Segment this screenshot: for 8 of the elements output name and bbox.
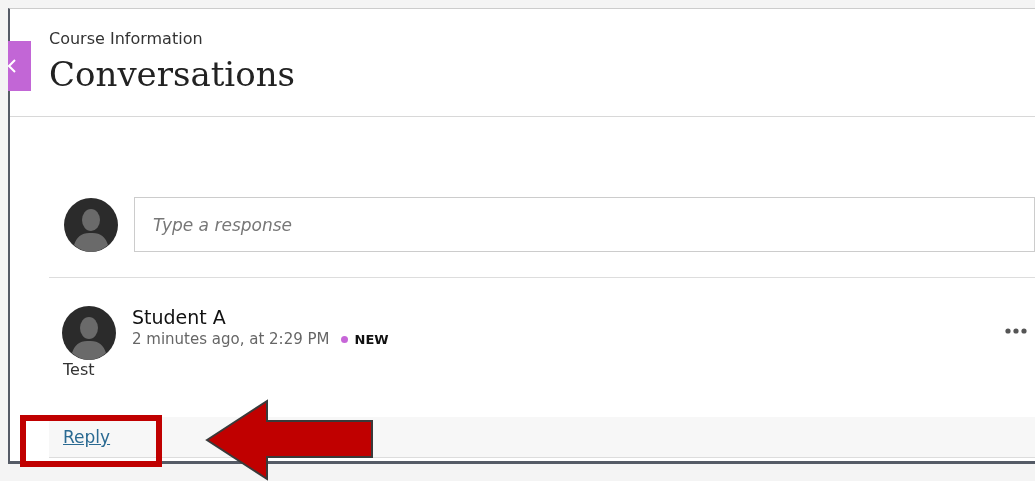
breadcrumb: Course Information <box>49 29 203 48</box>
post-body: Test <box>63 360 95 379</box>
page-title: Conversations <box>49 54 296 94</box>
new-label: NEW <box>354 331 389 347</box>
reply-link[interactable]: Reply <box>63 427 111 447</box>
author-name: Student A <box>132 306 227 328</box>
post-time: 2 minutes ago, at 2:29 PM <box>132 330 330 348</box>
response-field[interactable]: Type a response <box>134 197 1035 252</box>
